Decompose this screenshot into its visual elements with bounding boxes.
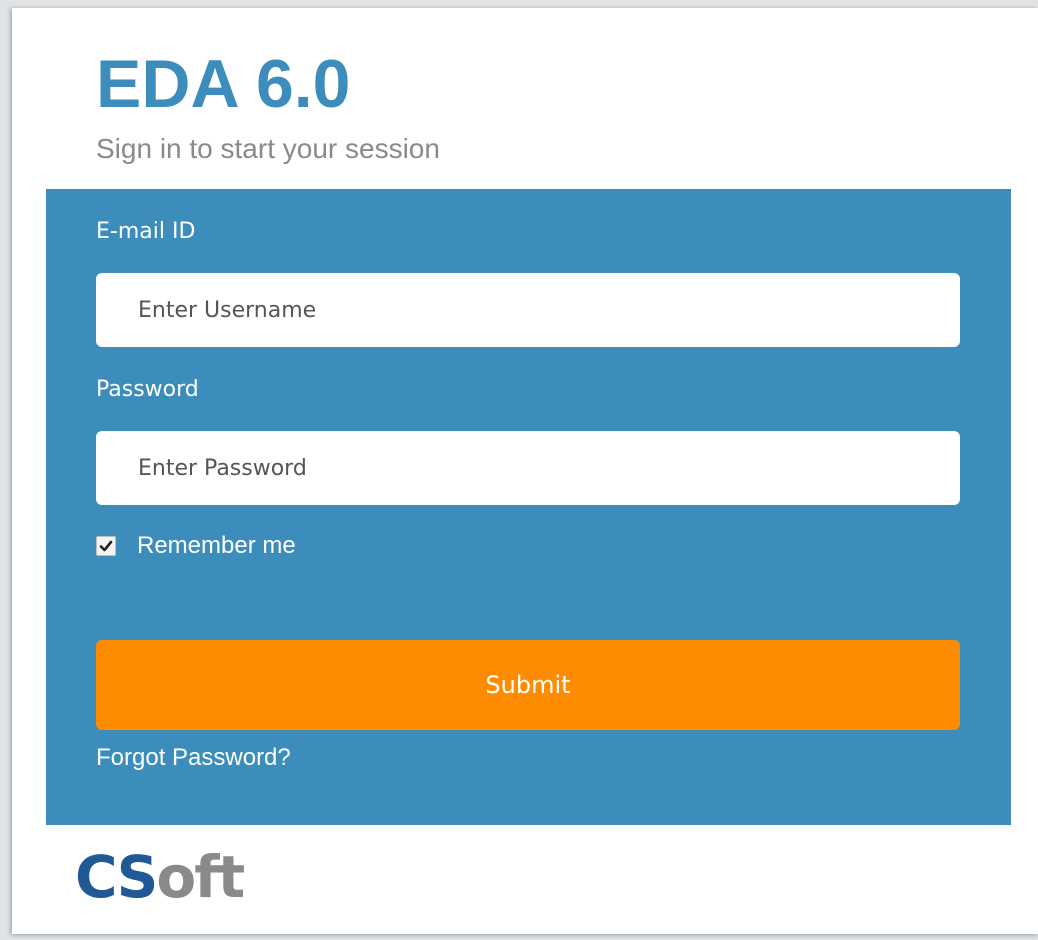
remember-me-row[interactable]: Remember me <box>96 531 296 561</box>
login-form-panel: E-mail ID Password Remember me Submit Fo… <box>46 189 1011 825</box>
email-label: E-mail ID <box>96 219 196 244</box>
login-card: EDA 6.0 Sign in to start your session E-… <box>12 8 1038 934</box>
password-label: Password <box>96 377 199 402</box>
submit-button[interactable]: Submit <box>96 640 960 730</box>
checkmark-icon <box>99 540 113 552</box>
csoft-logo: CSoft <box>75 842 245 912</box>
logo-oft-text: oft <box>156 843 245 911</box>
remember-me-label[interactable]: Remember me <box>137 532 296 560</box>
remember-me-checkbox[interactable] <box>96 536 116 556</box>
app-title: EDA 6.0 <box>96 46 351 122</box>
password-field[interactable] <box>96 431 960 505</box>
login-subtitle: Sign in to start your session <box>96 133 440 164</box>
forgot-password-link[interactable]: Forgot Password? <box>96 744 291 772</box>
email-field[interactable] <box>96 273 960 347</box>
logo-cs-text: CS <box>75 843 158 911</box>
